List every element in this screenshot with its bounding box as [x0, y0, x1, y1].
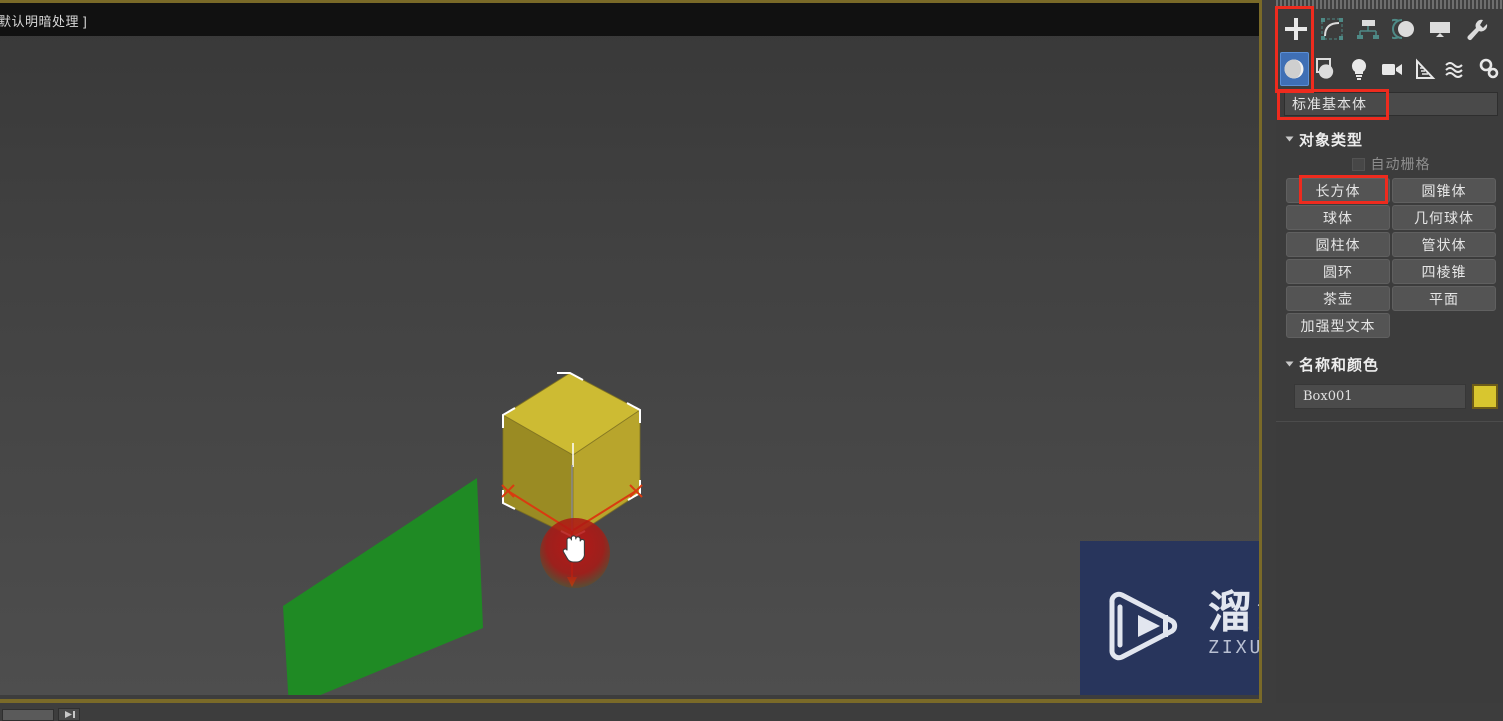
modify-tab[interactable] [1316, 12, 1348, 46]
object-button-torus[interactable]: 圆环 [1286, 259, 1390, 284]
auto-grid-row[interactable]: 自动栅格 [1284, 154, 1498, 174]
shapes-category[interactable] [1313, 52, 1341, 86]
chevron-down-icon [1285, 361, 1294, 367]
object-button-cone[interactable]: 圆锥体 [1392, 178, 1496, 203]
sphere-icon [1284, 59, 1304, 79]
category-buttons [1276, 49, 1503, 89]
camera-icon [1381, 64, 1402, 75]
command-panel-tabs [1276, 9, 1503, 49]
motion-wheel-icon [1392, 19, 1414, 39]
object-button-pyramid[interactable]: 四棱锥 [1392, 259, 1496, 284]
auto-grid-label: 自动栅格 [1370, 156, 1431, 172]
status-bar-field[interactable] [2, 709, 54, 721]
primitive-type-value: 标准基本体 [1292, 96, 1367, 112]
primitive-type-dropdown[interactable]: 标准基本体 [1284, 92, 1498, 116]
shapes-icon [1315, 58, 1333, 79]
panel-separator [1276, 421, 1503, 422]
geometry-category[interactable] [1280, 52, 1309, 86]
cameras-category[interactable] [1377, 52, 1405, 86]
hand-cursor-icon [562, 535, 585, 563]
play-triangle-logo-icon [1109, 591, 1178, 660]
status-bar [0, 703, 1503, 721]
status-bar-button[interactable] [58, 708, 80, 721]
viewport-header-band [0, 3, 1262, 36]
arrow-icon [64, 711, 75, 718]
object-button-teapot[interactable]: 茶壶 [1286, 286, 1390, 311]
light-bulb-icon [1352, 58, 1367, 80]
utilities-tab[interactable] [1460, 12, 1492, 46]
plane-object[interactable] [265, 478, 490, 703]
command-panel: 标准基本体 对象类型 自动栅格 长方体 圆锥体 球体 几何球体 圆柱体 管状体 … [1276, 0, 1503, 721]
motion-tab[interactable] [1388, 12, 1420, 46]
name-and-color-row: Box001 [1294, 384, 1498, 409]
object-type-button-grid: 长方体 圆锥体 球体 几何球体 圆柱体 管状体 圆环 四棱锥 茶壶 平面 加强型… [1286, 178, 1496, 338]
modify-bend-icon [1321, 18, 1343, 40]
3dsmax-window: 默认明暗处理 ] 溜 ZIXU 标准基本体 对象类型 自动栅格 长方体 圆锥体 … [0, 0, 1503, 721]
chevron-down-icon [1285, 136, 1294, 142]
object-color-swatch[interactable] [1472, 384, 1498, 409]
lights-category[interactable] [1345, 52, 1373, 86]
space-warps-category[interactable] [1442, 52, 1470, 86]
watermark-text: 溜溜自学 ZIXUE.3D66.COM [1208, 586, 1262, 659]
name-and-color-title: 名称和颜色 [1299, 356, 1380, 374]
helpers-category[interactable] [1410, 52, 1438, 86]
name-and-color-rollout-header[interactable]: 名称和颜色 [1284, 352, 1498, 376]
tape-measure-icon [1415, 58, 1436, 79]
object-button-plane[interactable]: 平面 [1392, 286, 1496, 311]
plus-icon [1285, 18, 1307, 40]
display-monitor-icon [1430, 22, 1450, 37]
hierarchy-tab[interactable] [1352, 12, 1384, 46]
viewport[interactable]: 默认明暗处理 ] 溜 ZIXU [0, 0, 1262, 703]
object-button-geosphere[interactable]: 几何球体 [1392, 205, 1496, 230]
display-tab[interactable] [1424, 12, 1456, 46]
hierarchy-tree-icon [1357, 20, 1379, 39]
object-type-title: 对象类型 [1299, 131, 1364, 149]
systems-category[interactable] [1475, 52, 1503, 86]
viewport-label[interactable]: 默认明暗处理 ] [0, 11, 87, 30]
object-button-text-plus[interactable]: 加强型文本 [1286, 313, 1390, 338]
panel-divider[interactable] [1262, 0, 1276, 721]
waves-icon [1445, 62, 1464, 78]
object-name-input[interactable]: Box001 [1294, 384, 1466, 409]
watermark-cn: 溜溜自学 [1208, 586, 1262, 638]
object-button-box[interactable]: 长方体 [1286, 178, 1390, 203]
create-tab[interactable] [1280, 12, 1312, 46]
object-type-rollout-header[interactable]: 对象类型 [1284, 127, 1498, 151]
wrench-icon [1467, 19, 1488, 40]
watermark-en: ZIXUE.3D66.COM [1208, 636, 1262, 658]
object-button-tube[interactable]: 管状体 [1392, 232, 1496, 257]
auto-grid-checkbox[interactable] [1351, 157, 1365, 171]
gears-icon [1479, 58, 1499, 79]
object-button-cylinder[interactable]: 圆柱体 [1286, 232, 1390, 257]
object-button-sphere[interactable]: 球体 [1286, 205, 1390, 230]
watermark-overlay: 溜溜自学 ZIXUE.3D66.COM [1080, 541, 1262, 703]
